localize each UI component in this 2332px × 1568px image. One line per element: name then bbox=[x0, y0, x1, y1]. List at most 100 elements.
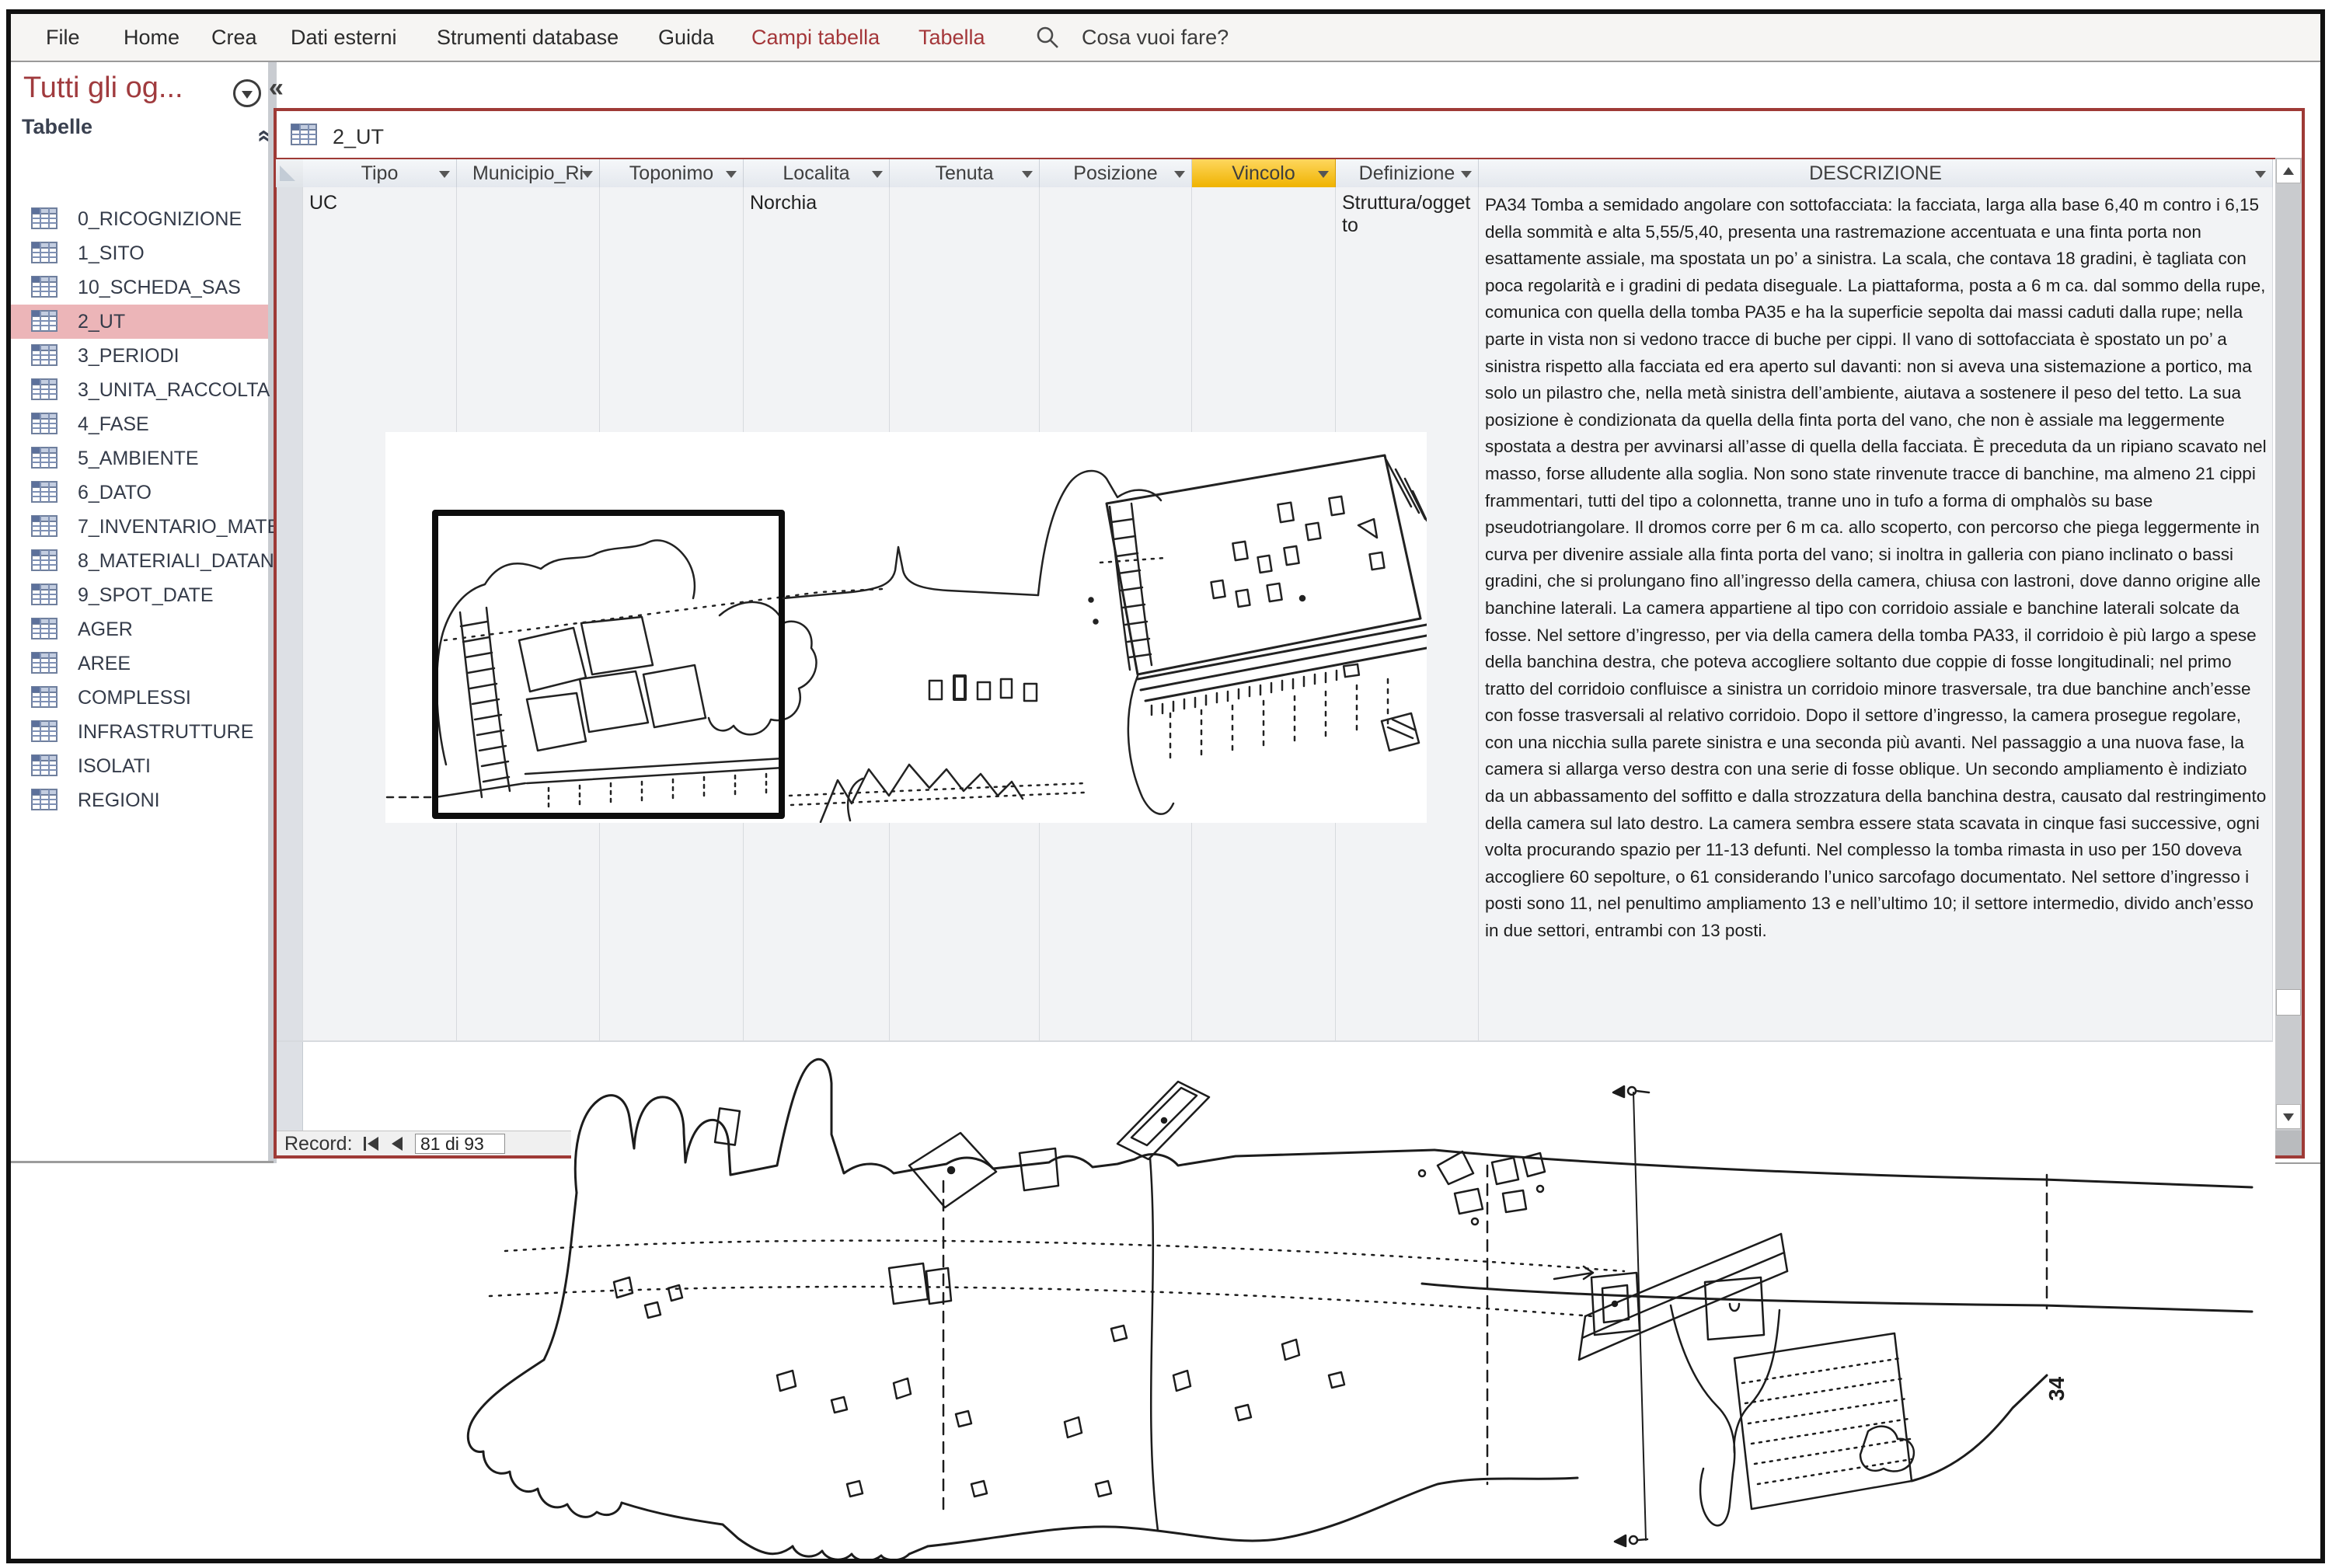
table-icon bbox=[31, 413, 58, 434]
previous-record-button[interactable] bbox=[392, 1136, 403, 1152]
sidebar-item-regioni[interactable]: REGIONI bbox=[11, 783, 268, 817]
shutter-bar-close-icon[interactable]: « bbox=[269, 73, 284, 103]
table-icon bbox=[31, 618, 58, 639]
menu-item-tabella[interactable]: Tabella bbox=[919, 14, 985, 61]
menu-item-dati-esterni[interactable]: Dati esterni bbox=[291, 14, 397, 61]
sidebar-item-label: 4_FASE bbox=[78, 407, 149, 441]
window-bottom-shadow bbox=[2275, 1162, 2324, 1164]
vertical-scrollbar[interactable] bbox=[2275, 158, 2302, 1155]
search-icon[interactable] bbox=[1035, 25, 1060, 50]
column-dropdown-icon[interactable] bbox=[726, 171, 737, 178]
nav-pane-title[interactable]: Tutti gli og... bbox=[23, 71, 183, 105]
window-border-right bbox=[2302, 108, 2305, 1159]
column-header-tipo[interactable]: Tipo bbox=[303, 159, 457, 187]
column-dropdown-icon[interactable] bbox=[2255, 171, 2266, 178]
sidebar-item-label: 9_SPOT_DATE bbox=[78, 578, 214, 612]
column-header-vincolo[interactable]: Vincolo bbox=[1192, 159, 1336, 187]
menu-item-strumenti-database[interactable]: Strumenti database bbox=[437, 14, 619, 61]
table-icon bbox=[31, 447, 58, 469]
sidebar-item-label: 2_UT bbox=[78, 305, 125, 339]
cell-descrizione[interactable]: PA34 Tomba a semidado angolare con sotto… bbox=[1485, 192, 2267, 1036]
table-icon bbox=[31, 652, 58, 674]
sidebar-item-label: REGIONI bbox=[78, 783, 160, 817]
sidebar-item-2-ut[interactable]: 2_UT bbox=[11, 305, 268, 339]
column-header-descrizione[interactable]: DESCRIZIONE bbox=[1479, 159, 2273, 187]
table-icon bbox=[31, 207, 58, 229]
sidebar-item-5-ambiente[interactable]: 5_AMBIENTE bbox=[11, 441, 268, 476]
tomb-plateau-plan-drawing: 34 bbox=[412, 1049, 2277, 1562]
column-gridline bbox=[302, 187, 303, 1040]
table-icon bbox=[31, 344, 58, 366]
cell-localita[interactable]: Norchia bbox=[750, 192, 884, 214]
column-header-toponimo[interactable]: Toponimo bbox=[600, 159, 744, 187]
sidebar-item-1-sito[interactable]: 1_SITO bbox=[11, 236, 268, 270]
table-icon bbox=[291, 123, 317, 146]
column-dropdown-icon[interactable] bbox=[872, 171, 883, 178]
table-icon bbox=[31, 242, 58, 263]
menu-item-file[interactable]: File bbox=[46, 14, 80, 61]
search-input[interactable]: Cosa vuoi fare? bbox=[1082, 14, 1229, 61]
sidebar-item-3-periodi[interactable]: 3_PERIODI bbox=[11, 339, 268, 373]
scrollbar-corner bbox=[2275, 1131, 2302, 1155]
table-icon bbox=[31, 584, 58, 605]
column-dropdown-icon[interactable] bbox=[1461, 171, 1472, 178]
column-dropdown-icon[interactable] bbox=[1318, 171, 1329, 178]
scroll-down-button[interactable] bbox=[2276, 1104, 2301, 1129]
cell-tipo[interactable]: UC bbox=[309, 192, 451, 214]
record-selector-header[interactable] bbox=[276, 159, 304, 187]
column-dropdown-icon[interactable] bbox=[439, 171, 450, 178]
sidebar-item-label: ISOLATI bbox=[78, 749, 151, 783]
window-border-top bbox=[274, 108, 2305, 111]
table-icon bbox=[31, 310, 58, 332]
sidebar-item-label: 3_PERIODI bbox=[78, 339, 180, 373]
cell-definizione[interactable]: Struttura/oggetto bbox=[1342, 192, 1473, 237]
scrollbar-thumb[interactable] bbox=[2276, 989, 2301, 1016]
sidebar-item-8-materiali-datanti[interactable]: 8_MATERIALI_DATANTI bbox=[11, 544, 268, 578]
column-header-municipio_ri[interactable]: Municipio_Ri bbox=[457, 159, 600, 187]
table-icon bbox=[31, 720, 58, 742]
table-icon bbox=[31, 686, 58, 708]
sidebar-item-label: 5_AMBIENTE bbox=[78, 441, 199, 476]
sidebar-item-10-scheda-sas[interactable]: 10_SCHEDA_SAS bbox=[11, 270, 268, 305]
sidebar-item-label: 8_MATERIALI_DATANTI bbox=[78, 544, 291, 578]
sidebar-item-4-fase[interactable]: 4_FASE bbox=[11, 407, 268, 441]
arrow-down-icon bbox=[2283, 1113, 2294, 1121]
column-header-definizione[interactable]: Definizione bbox=[1336, 159, 1479, 187]
tab-label: 2_UT bbox=[333, 117, 384, 157]
sidebar-item-ager[interactable]: AGER bbox=[11, 612, 268, 646]
sidebar-item-7-inventario-materi-[interactable]: 7_INVENTARIO_MATERI... bbox=[11, 510, 268, 544]
section-number-label: 34 bbox=[2044, 1376, 2069, 1401]
sidebar-item-complessi[interactable]: COMPLESSI bbox=[11, 681, 268, 715]
sidebar-item-label: 1_SITO bbox=[78, 236, 145, 270]
sidebar-item-6-dato[interactable]: 6_DATO bbox=[11, 476, 268, 510]
table-icon bbox=[31, 481, 58, 503]
scroll-up-button[interactable] bbox=[2276, 159, 2301, 183]
nav-pane-menu-button[interactable] bbox=[233, 79, 261, 107]
column-dropdown-icon[interactable] bbox=[1174, 171, 1185, 178]
navigation-pane: Tutti gli og... « Tabelle « 0_RICOGNIZIO… bbox=[11, 62, 268, 1161]
first-record-button[interactable] bbox=[364, 1136, 378, 1152]
tab-2-ut[interactable]: 2_UT bbox=[284, 117, 502, 157]
sidebar-item-0-ricognizione[interactable]: 0_RICOGNIZIONE bbox=[11, 202, 268, 236]
sidebar-item-3-unita-raccolta[interactable]: 3_UNITA_RACCOLTA bbox=[11, 373, 268, 407]
menu-item-home[interactable]: Home bbox=[124, 14, 180, 61]
column-dropdown-icon[interactable] bbox=[1022, 171, 1033, 178]
column-dropdown-icon[interactable] bbox=[582, 171, 593, 178]
sidebar-item-label: 0_RICOGNIZIONE bbox=[78, 202, 242, 236]
chevron-down-icon bbox=[242, 91, 253, 99]
sidebar-item-isolati[interactable]: ISOLATI bbox=[11, 749, 268, 783]
menu-bar: File Home Crea Dati esterni Strumenti databa… bbox=[11, 14, 2325, 62]
sidebar-item-9-spot-date[interactable]: 9_SPOT_DATE bbox=[11, 578, 268, 612]
column-header-posizione[interactable]: Posizione bbox=[1040, 159, 1192, 187]
table-icon bbox=[31, 754, 58, 776]
menu-item-guida[interactable]: Guida bbox=[658, 14, 714, 61]
record-selector-column[interactable] bbox=[276, 187, 303, 1131]
table-icon bbox=[31, 549, 58, 571]
sidebar-item-infrastrutture[interactable]: INFRASTRUTTURE bbox=[11, 715, 268, 749]
sidebar-item-aree[interactable]: AREE bbox=[11, 646, 268, 681]
nav-group-tabelle[interactable]: Tabelle bbox=[22, 115, 92, 139]
column-header-tenuta[interactable]: Tenuta bbox=[890, 159, 1040, 187]
column-header-localita[interactable]: Localita bbox=[744, 159, 890, 187]
menu-item-crea[interactable]: Crea bbox=[211, 14, 257, 61]
menu-item-campi-tabella[interactable]: Campi tabella bbox=[751, 14, 880, 61]
